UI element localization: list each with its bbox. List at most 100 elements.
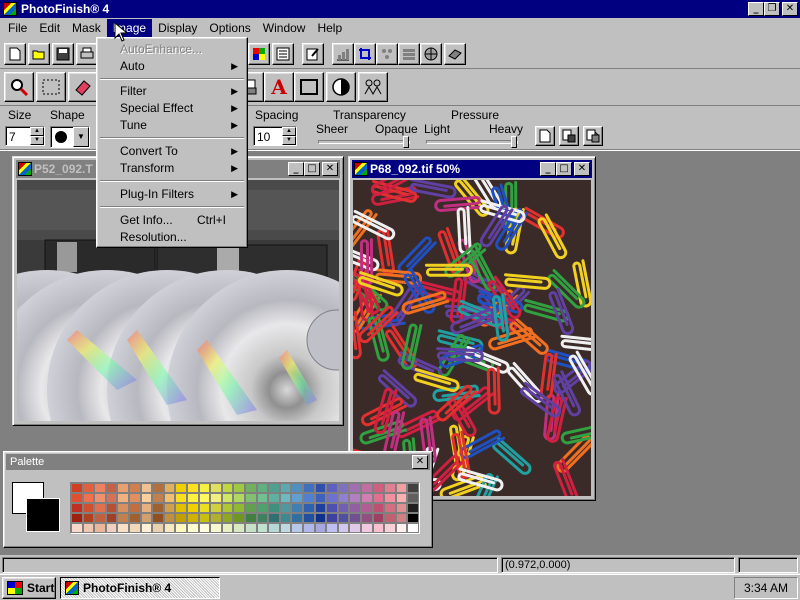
color-swatch[interactable] <box>198 483 211 493</box>
color-swatch[interactable] <box>395 493 408 503</box>
color-swatch[interactable] <box>314 503 327 513</box>
new-brush-button[interactable] <box>535 126 555 146</box>
size-down-arrow[interactable]: ▼ <box>30 136 44 145</box>
color-swatch[interactable] <box>152 483 164 493</box>
color-swatch[interactable] <box>71 523 83 533</box>
color-swatch[interactable] <box>71 493 83 503</box>
color-swatch[interactable] <box>198 493 211 503</box>
menu-options[interactable]: Options <box>203 19 256 37</box>
color-swatch[interactable] <box>175 523 187 533</box>
color-swatch[interactable] <box>326 513 338 523</box>
palette-close-button[interactable]: ✕ <box>412 455 428 469</box>
color-swatch[interactable] <box>152 493 164 503</box>
color-swatch[interactable] <box>268 523 280 533</box>
menu-item-plugin-filters[interactable]: Plug-In Filters ▶ <box>100 186 244 203</box>
color-swatch[interactable] <box>256 493 269 503</box>
color-swatch[interactable] <box>395 483 408 493</box>
size-up-arrow[interactable]: ▲ <box>30 127 44 136</box>
color-swatch[interactable] <box>395 503 408 513</box>
color-swatch[interactable] <box>326 503 338 513</box>
color-swatch[interactable] <box>245 523 257 533</box>
menu-help[interactable]: Help <box>311 19 348 37</box>
color-swatch[interactable] <box>337 493 350 503</box>
color-swatch[interactable] <box>233 503 245 513</box>
color-swatch[interactable] <box>337 503 350 513</box>
document-icon[interactable] <box>18 162 32 176</box>
color-swatch[interactable] <box>163 513 176 523</box>
color-swatch[interactable] <box>407 503 419 513</box>
transparency-slider-thumb[interactable] <box>403 136 409 148</box>
color-swatch[interactable] <box>175 483 187 493</box>
color-swatch[interactable] <box>372 483 385 493</box>
color-swatch[interactable] <box>233 483 245 493</box>
color-swatch[interactable] <box>140 523 153 533</box>
start-button[interactable]: Start <box>2 577 56 599</box>
menu-mask[interactable]: Mask <box>66 19 107 37</box>
color-swatch[interactable] <box>140 503 153 513</box>
minimize-button[interactable]: _ <box>748 2 764 16</box>
menu-item-tune[interactable]: Tune ▶ <box>100 117 244 134</box>
menu-item-get-info[interactable]: Get Info... Ctrl+I <box>100 212 244 229</box>
color-swatch[interactable] <box>152 503 164 513</box>
load-brush-button[interactable] <box>583 126 603 146</box>
color-swatch[interactable] <box>349 483 361 493</box>
doc-maximize-button[interactable]: □ <box>304 162 320 176</box>
color-swatch[interactable] <box>140 493 153 503</box>
color-swatch[interactable] <box>117 503 129 513</box>
color-swatch[interactable] <box>291 483 303 493</box>
color-swatch[interactable] <box>326 483 338 493</box>
color-swatch[interactable] <box>372 513 385 523</box>
color-swatch[interactable] <box>198 503 211 513</box>
color-swatch[interactable] <box>372 503 385 513</box>
color-swatch[interactable] <box>140 513 153 523</box>
color-swatch[interactable] <box>94 503 106 513</box>
color-swatch[interactable] <box>245 513 257 523</box>
color-swatch[interactable] <box>245 483 257 493</box>
scan-button[interactable] <box>444 43 466 65</box>
color-swatch[interactable] <box>279 523 292 533</box>
color-swatch[interactable] <box>94 523 106 533</box>
color-swatch[interactable] <box>407 523 419 533</box>
color-swatch[interactable] <box>361 493 373 503</box>
menu-item-transform[interactable]: Transform ▶ <box>100 160 244 177</box>
color-swatch[interactable] <box>175 493 187 503</box>
chart-button[interactable] <box>332 43 354 65</box>
color-swatch[interactable] <box>337 523 350 533</box>
color-swatch[interactable] <box>163 503 176 513</box>
color-swatch[interactable] <box>163 523 176 533</box>
color-swatch[interactable] <box>71 503 83 513</box>
title-bar[interactable]: PhotoFinish® 4 _ ❐ ✕ <box>0 0 800 18</box>
color-swatch[interactable] <box>210 503 222 513</box>
restore-button[interactable]: ❐ <box>764 2 780 16</box>
color-swatch[interactable] <box>129 503 141 513</box>
save-button[interactable] <box>52 43 74 65</box>
list-button[interactable] <box>272 43 294 65</box>
color-swatch[interactable] <box>163 483 176 493</box>
size-spinner[interactable]: 7 ▲ ▼ <box>5 126 45 146</box>
color-swatch[interactable] <box>187 493 199 503</box>
effects-button[interactable] <box>376 43 398 65</box>
color-swatch[interactable] <box>152 513 164 523</box>
color-swatch[interactable] <box>303 483 315 493</box>
color-swatch[interactable] <box>175 503 187 513</box>
document-caption[interactable]: P68_092.tif 50% _ □ ✕ <box>352 160 592 178</box>
color-swatch[interactable] <box>291 523 303 533</box>
spacing-up-arrow[interactable]: ▲ <box>282 127 296 136</box>
menu-item-special-effect[interactable]: Special Effect ▶ <box>100 100 244 117</box>
color-swatch[interactable] <box>117 513 129 523</box>
color-swatch[interactable] <box>187 483 199 493</box>
color-swatch[interactable] <box>94 513 106 523</box>
color-swatch[interactable] <box>268 483 280 493</box>
color-swatch[interactable] <box>105 483 118 493</box>
color-swatch[interactable] <box>349 523 361 533</box>
color-swatch[interactable] <box>233 523 245 533</box>
menu-display[interactable]: Display <box>152 19 203 37</box>
color-swatch[interactable] <box>268 513 280 523</box>
text-tool-button[interactable]: A <box>264 72 294 102</box>
menu-item-filter[interactable]: Filter ▶ <box>100 83 244 100</box>
color-swatch[interactable] <box>303 503 315 513</box>
close-button[interactable]: ✕ <box>782 2 798 16</box>
color-swatch[interactable] <box>82 493 95 503</box>
color-swatch[interactable] <box>256 513 269 523</box>
color-swatch[interactable] <box>210 523 222 533</box>
